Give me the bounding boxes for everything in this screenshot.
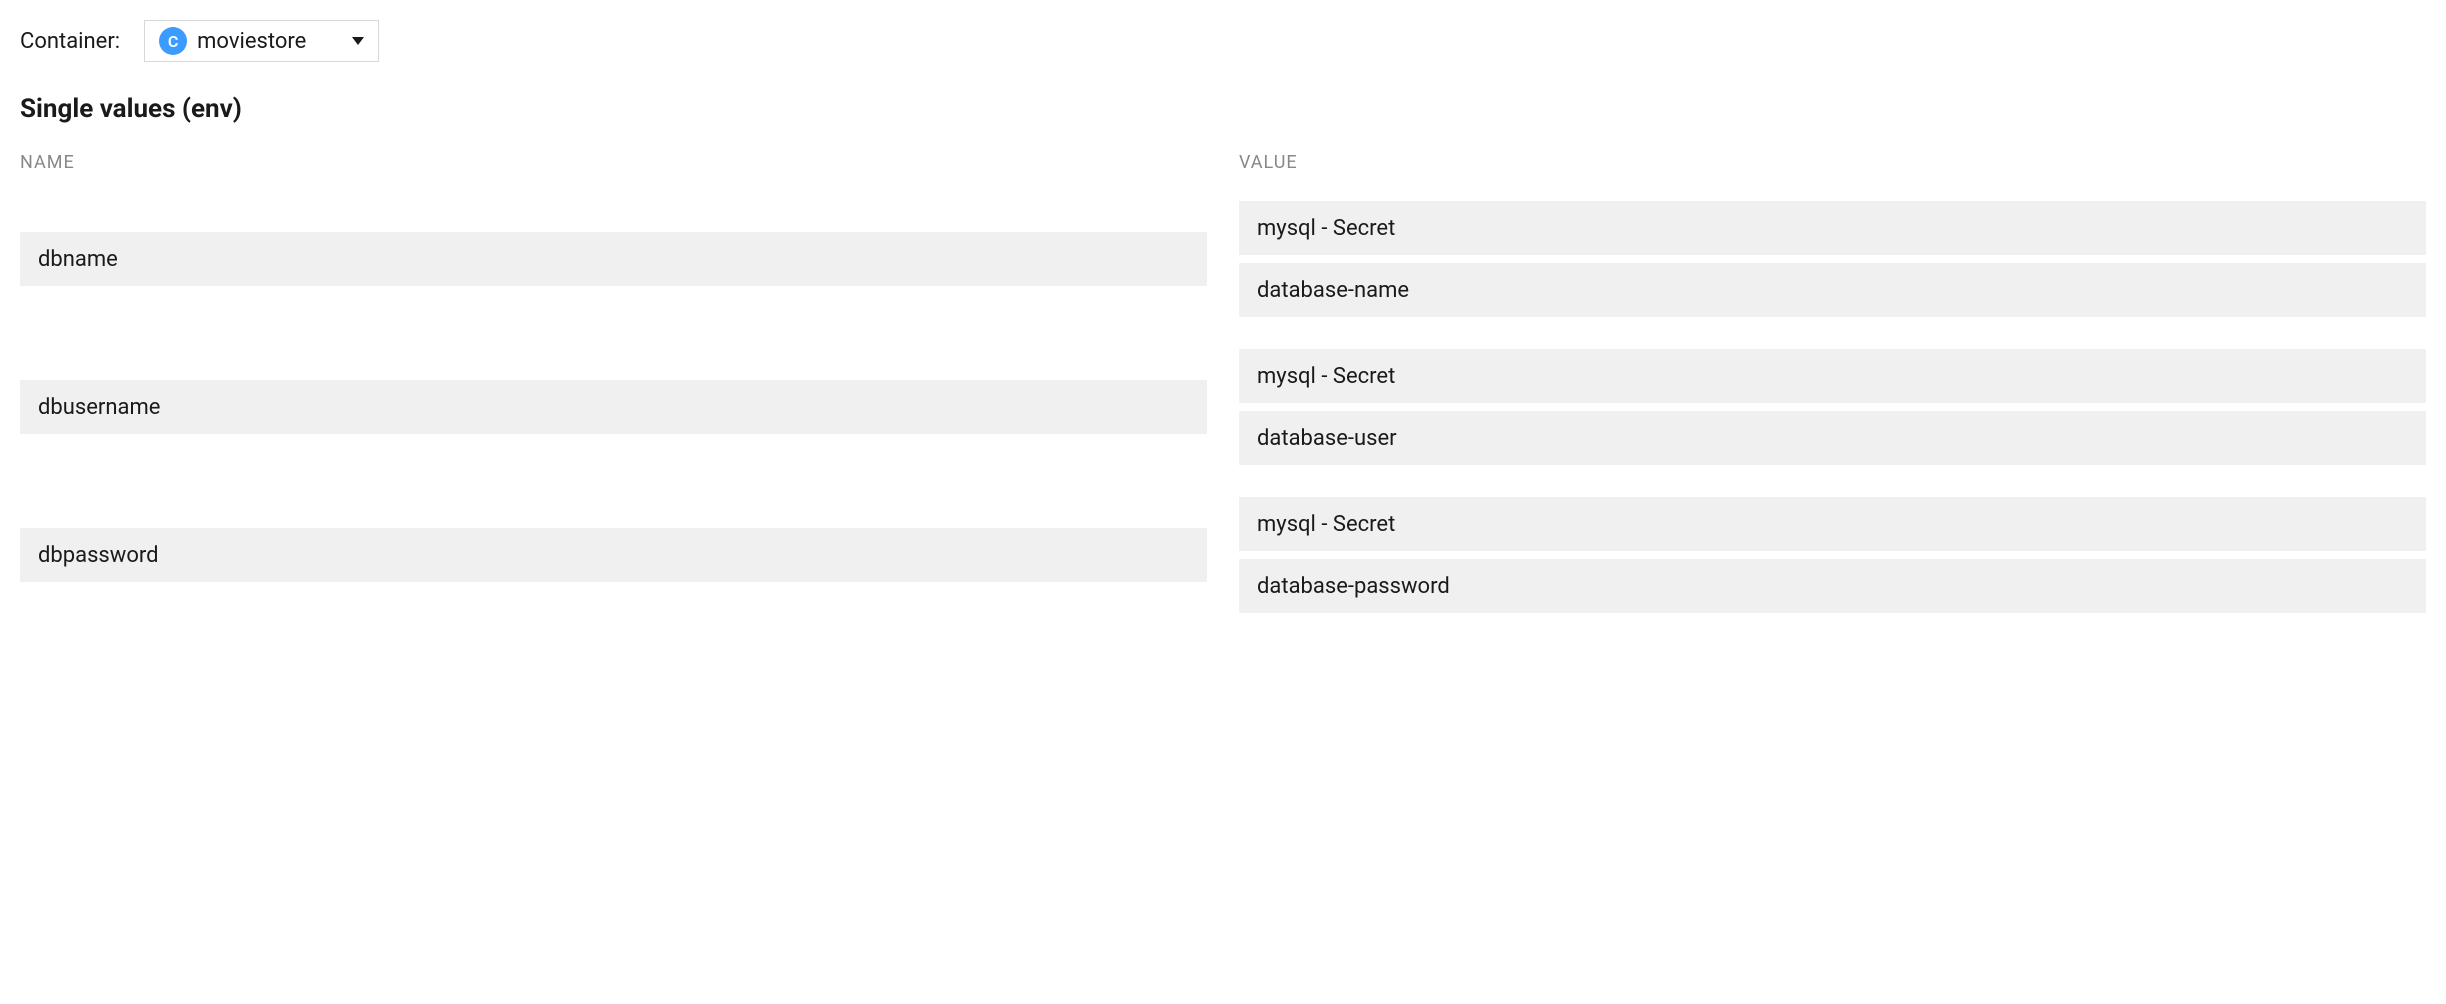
env-name-cell: dbname xyxy=(20,232,1207,286)
env-value-source-cell: mysql - Secret xyxy=(1239,349,2426,403)
env-value-source-cell: mysql - Secret xyxy=(1239,201,2426,255)
table-row: mysql - Secret database-name xyxy=(1239,201,2426,317)
table-row: mysql - Secret database-user xyxy=(1239,349,2426,465)
section-title: Single values (env) xyxy=(20,94,2426,124)
container-dropdown[interactable]: C moviestore xyxy=(144,20,379,62)
env-value-key-cell: database-user xyxy=(1239,411,2426,465)
env-name-cell: dbusername xyxy=(20,380,1207,434)
env-table: NAME dbname dbusername dbpassword VALUE … xyxy=(20,152,2426,645)
env-value-source-cell: mysql - Secret xyxy=(1239,497,2426,551)
value-column-header: VALUE xyxy=(1239,152,2426,173)
env-value-key-cell: database-name xyxy=(1239,263,2426,317)
table-row: dbname xyxy=(20,201,1207,317)
name-column-header: NAME xyxy=(20,152,1207,173)
env-value-key-cell: database-password xyxy=(1239,559,2426,613)
container-selected-name: moviestore xyxy=(197,29,342,54)
chevron-down-icon xyxy=(352,37,364,45)
table-row: dbusername xyxy=(20,349,1207,465)
table-row: dbpassword xyxy=(20,497,1207,613)
name-column: NAME dbname dbusername dbpassword xyxy=(20,152,1207,645)
container-label: Container: xyxy=(20,29,120,54)
env-name-cell: dbpassword xyxy=(20,528,1207,582)
value-column: VALUE mysql - Secret database-name mysql… xyxy=(1239,152,2426,645)
table-row: mysql - Secret database-password xyxy=(1239,497,2426,613)
container-selector-row: Container: C moviestore xyxy=(20,20,2426,62)
container-badge-icon: C xyxy=(159,27,187,55)
